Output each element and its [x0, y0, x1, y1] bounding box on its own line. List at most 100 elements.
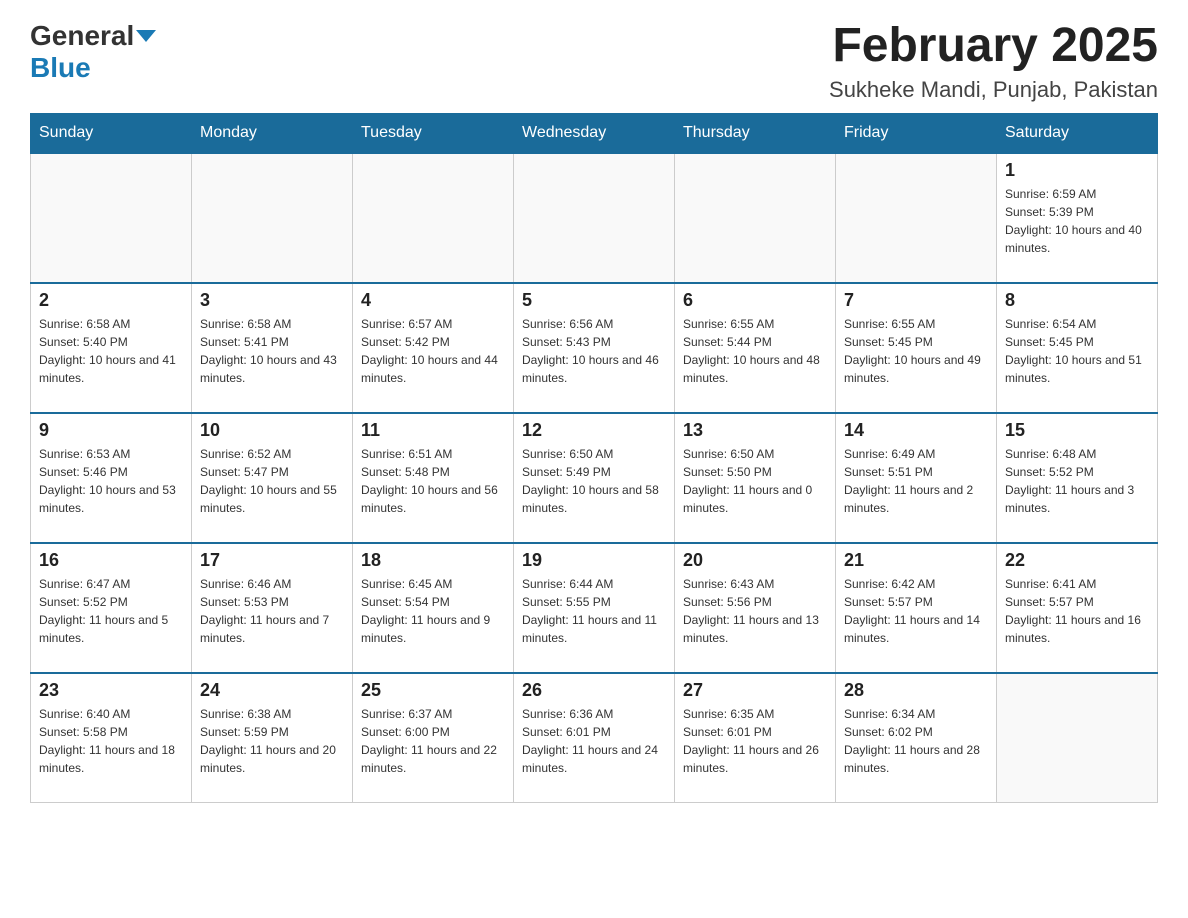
day-number: 8	[1005, 290, 1149, 311]
calendar-cell: 17 Sunrise: 6:46 AMSunset: 5:53 PMDayligh…	[192, 543, 353, 673]
day-number: 3	[200, 290, 344, 311]
day-number: 23	[39, 680, 183, 701]
weekday-header-friday: Friday	[836, 113, 997, 153]
day-number: 11	[361, 420, 505, 441]
day-info: Sunrise: 6:54 AMSunset: 5:45 PMDaylight:…	[1005, 315, 1149, 387]
calendar-cell	[31, 153, 192, 283]
day-number: 22	[1005, 550, 1149, 571]
day-number: 20	[683, 550, 827, 571]
month-year-title: February 2025	[829, 20, 1158, 73]
day-info: Sunrise: 6:51 AMSunset: 5:48 PMDaylight:…	[361, 445, 505, 517]
calendar-week-row: 9 Sunrise: 6:53 AMSunset: 5:46 PMDaylight…	[31, 413, 1158, 543]
day-number: 10	[200, 420, 344, 441]
weekday-header-wednesday: Wednesday	[514, 113, 675, 153]
calendar-cell: 28Sunrise: 6:34 AMSunset: 6:02 PMDayligh…	[836, 673, 997, 803]
calendar-cell: 22 Sunrise: 6:41 AMSunset: 5:57 PMDayligh…	[997, 543, 1158, 673]
day-number: 6	[683, 290, 827, 311]
day-number: 28	[844, 680, 988, 701]
calendar-cell	[353, 153, 514, 283]
day-info: Sunrise: 6:53 AMSunset: 5:46 PMDaylight:…	[39, 445, 183, 517]
day-info: Sunrise: 6:45 AMSunset: 5:54 PMDaylight:…	[361, 575, 505, 647]
day-info: Sunrise: 6:55 AMSunset: 5:45 PMDaylight:…	[844, 315, 988, 387]
day-number: 12	[522, 420, 666, 441]
day-info: Sunrise: 6:46 AMSunset: 5:53 PMDaylight:…	[200, 575, 344, 647]
day-info: Sunrise: 6:35 AMSunset: 6:01 PMDaylight:…	[683, 705, 827, 777]
day-info: Sunrise: 6:36 AMSunset: 6:01 PMDaylight:…	[522, 705, 666, 777]
day-info: Sunrise: 6:48 AMSunset: 5:52 PMDaylight:…	[1005, 445, 1149, 517]
day-number: 5	[522, 290, 666, 311]
calendar-week-row: 1 Sunrise: 6:59 AMSunset: 5:39 PMDaylight…	[31, 153, 1158, 283]
day-number: 21	[844, 550, 988, 571]
calendar-cell: 6 Sunrise: 6:55 AMSunset: 5:44 PMDaylight…	[675, 283, 836, 413]
day-info: Sunrise: 6:41 AMSunset: 5:57 PMDaylight:…	[1005, 575, 1149, 647]
calendar-cell: 4Sunrise: 6:57 AMSunset: 5:42 PMDaylight…	[353, 283, 514, 413]
calendar-week-row: 23 Sunrise: 6:40 AMSunset: 5:58 PMDayligh…	[31, 673, 1158, 803]
calendar-cell: 25 Sunrise: 6:37 AMSunset: 6:00 PMDayligh…	[353, 673, 514, 803]
day-info: Sunrise: 6:56 AMSunset: 5:43 PMDaylight:…	[522, 315, 666, 387]
calendar-cell: 20 Sunrise: 6:43 AMSunset: 5:56 PMDayligh…	[675, 543, 836, 673]
calendar-cell: 11 Sunrise: 6:51 AMSunset: 5:48 PMDayligh…	[353, 413, 514, 543]
calendar-cell: 8 Sunrise: 6:54 AMSunset: 5:45 PMDaylight…	[997, 283, 1158, 413]
day-number: 25	[361, 680, 505, 701]
calendar-cell: 14 Sunrise: 6:49 AMSunset: 5:51 PMDayligh…	[836, 413, 997, 543]
calendar-week-row: 2Sunrise: 6:58 AMSunset: 5:40 PMDaylight…	[31, 283, 1158, 413]
day-info: Sunrise: 6:52 AMSunset: 5:47 PMDaylight:…	[200, 445, 344, 517]
day-info: Sunrise: 6:37 AMSunset: 6:00 PMDaylight:…	[361, 705, 505, 777]
calendar-cell	[997, 673, 1158, 803]
day-info: Sunrise: 6:49 AMSunset: 5:51 PMDaylight:…	[844, 445, 988, 517]
calendar-cell: 15Sunrise: 6:48 AMSunset: 5:52 PMDayligh…	[997, 413, 1158, 543]
calendar-header-row: SundayMondayTuesdayWednesdayThursdayFrid…	[31, 113, 1158, 153]
calendar-cell: 24 Sunrise: 6:38 AMSunset: 5:59 PMDayligh…	[192, 673, 353, 803]
location-subtitle: Sukheke Mandi, Punjab, Pakistan	[829, 77, 1158, 103]
day-number: 13	[683, 420, 827, 441]
day-info: Sunrise: 6:50 AMSunset: 5:49 PMDaylight:…	[522, 445, 666, 517]
calendar-cell: 12 Sunrise: 6:50 AMSunset: 5:49 PMDayligh…	[514, 413, 675, 543]
weekday-header-tuesday: Tuesday	[353, 113, 514, 153]
day-number: 17	[200, 550, 344, 571]
day-info: Sunrise: 6:40 AMSunset: 5:58 PMDaylight:…	[39, 705, 183, 777]
day-number: 16	[39, 550, 183, 571]
day-info: Sunrise: 6:47 AMSunset: 5:52 PMDaylight:…	[39, 575, 183, 647]
calendar-cell: 13 Sunrise: 6:50 AMSunset: 5:50 PMDayligh…	[675, 413, 836, 543]
day-number: 18	[361, 550, 505, 571]
calendar-cell: 5 Sunrise: 6:56 AMSunset: 5:43 PMDaylight…	[514, 283, 675, 413]
calendar-cell: 23 Sunrise: 6:40 AMSunset: 5:58 PMDayligh…	[31, 673, 192, 803]
title-section: February 2025 Sukheke Mandi, Punjab, Pak…	[829, 20, 1158, 103]
day-info: Sunrise: 6:43 AMSunset: 5:56 PMDaylight:…	[683, 575, 827, 647]
calendar-cell: 16 Sunrise: 6:47 AMSunset: 5:52 PMDayligh…	[31, 543, 192, 673]
day-number: 14	[844, 420, 988, 441]
weekday-header-thursday: Thursday	[675, 113, 836, 153]
calendar-week-row: 16 Sunrise: 6:47 AMSunset: 5:52 PMDayligh…	[31, 543, 1158, 673]
calendar-cell: 1 Sunrise: 6:59 AMSunset: 5:39 PMDaylight…	[997, 153, 1158, 283]
day-info: Sunrise: 6:57 AMSunset: 5:42 PMDaylight:…	[361, 315, 505, 387]
day-number: 26	[522, 680, 666, 701]
logo-general: General	[30, 20, 134, 52]
day-info: Sunrise: 6:38 AMSunset: 5:59 PMDaylight:…	[200, 705, 344, 777]
calendar-cell: 21Sunrise: 6:42 AMSunset: 5:57 PMDayligh…	[836, 543, 997, 673]
calendar-cell: 19Sunrise: 6:44 AMSunset: 5:55 PMDayligh…	[514, 543, 675, 673]
day-number: 2	[39, 290, 183, 311]
calendar-cell: 2Sunrise: 6:58 AMSunset: 5:40 PMDaylight…	[31, 283, 192, 413]
day-number: 24	[200, 680, 344, 701]
logo-text: General	[30, 20, 158, 52]
day-number: 9	[39, 420, 183, 441]
calendar-cell	[514, 153, 675, 283]
calendar-cell: 26 Sunrise: 6:36 AMSunset: 6:01 PMDayligh…	[514, 673, 675, 803]
day-info: Sunrise: 6:50 AMSunset: 5:50 PMDaylight:…	[683, 445, 827, 517]
logo: General Blue	[30, 20, 158, 84]
calendar-cell	[192, 153, 353, 283]
day-info: Sunrise: 6:58 AMSunset: 5:41 PMDaylight:…	[200, 315, 344, 387]
calendar-cell	[836, 153, 997, 283]
calendar-cell: 3 Sunrise: 6:58 AMSunset: 5:41 PMDaylight…	[192, 283, 353, 413]
day-number: 7	[844, 290, 988, 311]
day-info: Sunrise: 6:44 AMSunset: 5:55 PMDaylight:…	[522, 575, 666, 647]
calendar-cell: 9 Sunrise: 6:53 AMSunset: 5:46 PMDaylight…	[31, 413, 192, 543]
day-info: Sunrise: 6:59 AMSunset: 5:39 PMDaylight:…	[1005, 185, 1149, 257]
day-number: 1	[1005, 160, 1149, 181]
weekday-header-sunday: Sunday	[31, 113, 192, 153]
day-info: Sunrise: 6:55 AMSunset: 5:44 PMDaylight:…	[683, 315, 827, 387]
logo-blue: Blue	[30, 52, 91, 84]
logo-arrow-icon	[136, 30, 156, 42]
page-header: General Blue February 2025 Sukheke Mandi…	[30, 20, 1158, 103]
day-number: 27	[683, 680, 827, 701]
